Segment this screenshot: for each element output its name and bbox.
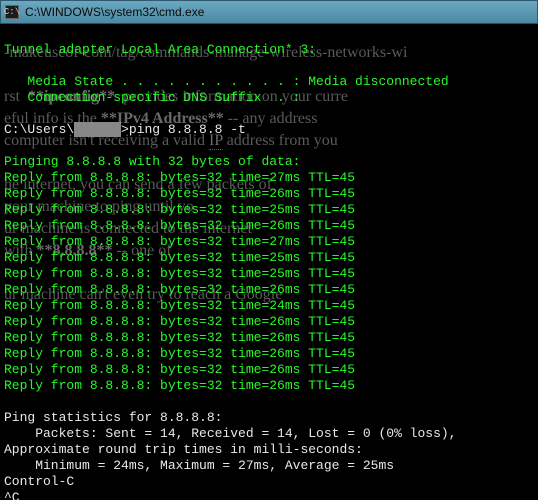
ping-reply: Reply from 8.8.8.8: bytes=32 time=25ms T… — [4, 202, 355, 217]
ping-reply: Reply from 8.8.8.8: bytes=32 time=26ms T… — [4, 330, 355, 345]
ping-reply: Reply from 8.8.8.8: bytes=32 time=26ms T… — [4, 362, 355, 377]
ping-reply: Reply from 8.8.8.8: bytes=32 time=24ms T… — [4, 298, 355, 313]
ping-reply: Reply from 8.8.8.8: bytes=32 time=26ms T… — [4, 186, 355, 201]
terminal-output[interactable]: Tunnel adapter Local Area Connection* 3:… — [0, 24, 538, 500]
adapter-header: Tunnel adapter Local Area Connection* 3: — [4, 42, 316, 57]
ping-stats-rtt-values: Minimum = 24ms, Maximum = 27ms, Average … — [4, 458, 394, 473]
prompt-user-obscured — [74, 122, 121, 137]
control-c: Control-C — [4, 474, 74, 489]
ping-reply: Reply from 8.8.8.8: bytes=32 time=26ms T… — [4, 378, 355, 393]
ping-reply: Reply from 8.8.8.8: bytes=32 time=26ms T… — [4, 346, 355, 361]
command-ping: ping 8.8.8.8 -t — [129, 122, 246, 137]
ping-reply: Reply from 8.8.8.8: bytes=32 time=27ms T… — [4, 170, 355, 185]
window-title: C:\WINDOWS\system32\cmd.exe — [25, 5, 204, 19]
ping-header: Pinging 8.8.8.8 with 32 bytes of data: — [4, 154, 300, 169]
ping-reply: Reply from 8.8.8.8: bytes=32 time=25ms T… — [4, 250, 355, 265]
prompt-gt: > — [121, 122, 129, 137]
prompt-path: C:\Users\ — [4, 122, 74, 137]
media-state-label: Media State . . . . . . . . . . . : — [4, 74, 308, 89]
ping-stats-header: Ping statistics for 8.8.8.8: — [4, 410, 222, 425]
ping-reply: Reply from 8.8.8.8: bytes=32 time=25ms T… — [4, 266, 355, 281]
media-state-value: Media disconnected — [308, 74, 448, 89]
window-titlebar[interactable]: C:\ C:\WINDOWS\system32\cmd.exe — [0, 0, 538, 24]
ping-reply: Reply from 8.8.8.8: bytes=32 time=26ms T… — [4, 218, 355, 233]
ping-reply: Reply from 8.8.8.8: bytes=32 time=27ms T… — [4, 234, 355, 249]
cmd-icon: C:\ — [5, 5, 19, 19]
dns-suffix-label: Connection-specific DNS Suffix . : — [4, 90, 300, 105]
caret-c: ^C — [4, 490, 20, 500]
ping-stats-rtt-header: Approximate round trip times in milli-se… — [4, 442, 363, 457]
ping-reply: Reply from 8.8.8.8: bytes=32 time=26ms T… — [4, 282, 355, 297]
ping-stats-packets: Packets: Sent = 14, Received = 14, Lost … — [4, 426, 456, 441]
ping-reply: Reply from 8.8.8.8: bytes=32 time=26ms T… — [4, 314, 355, 329]
